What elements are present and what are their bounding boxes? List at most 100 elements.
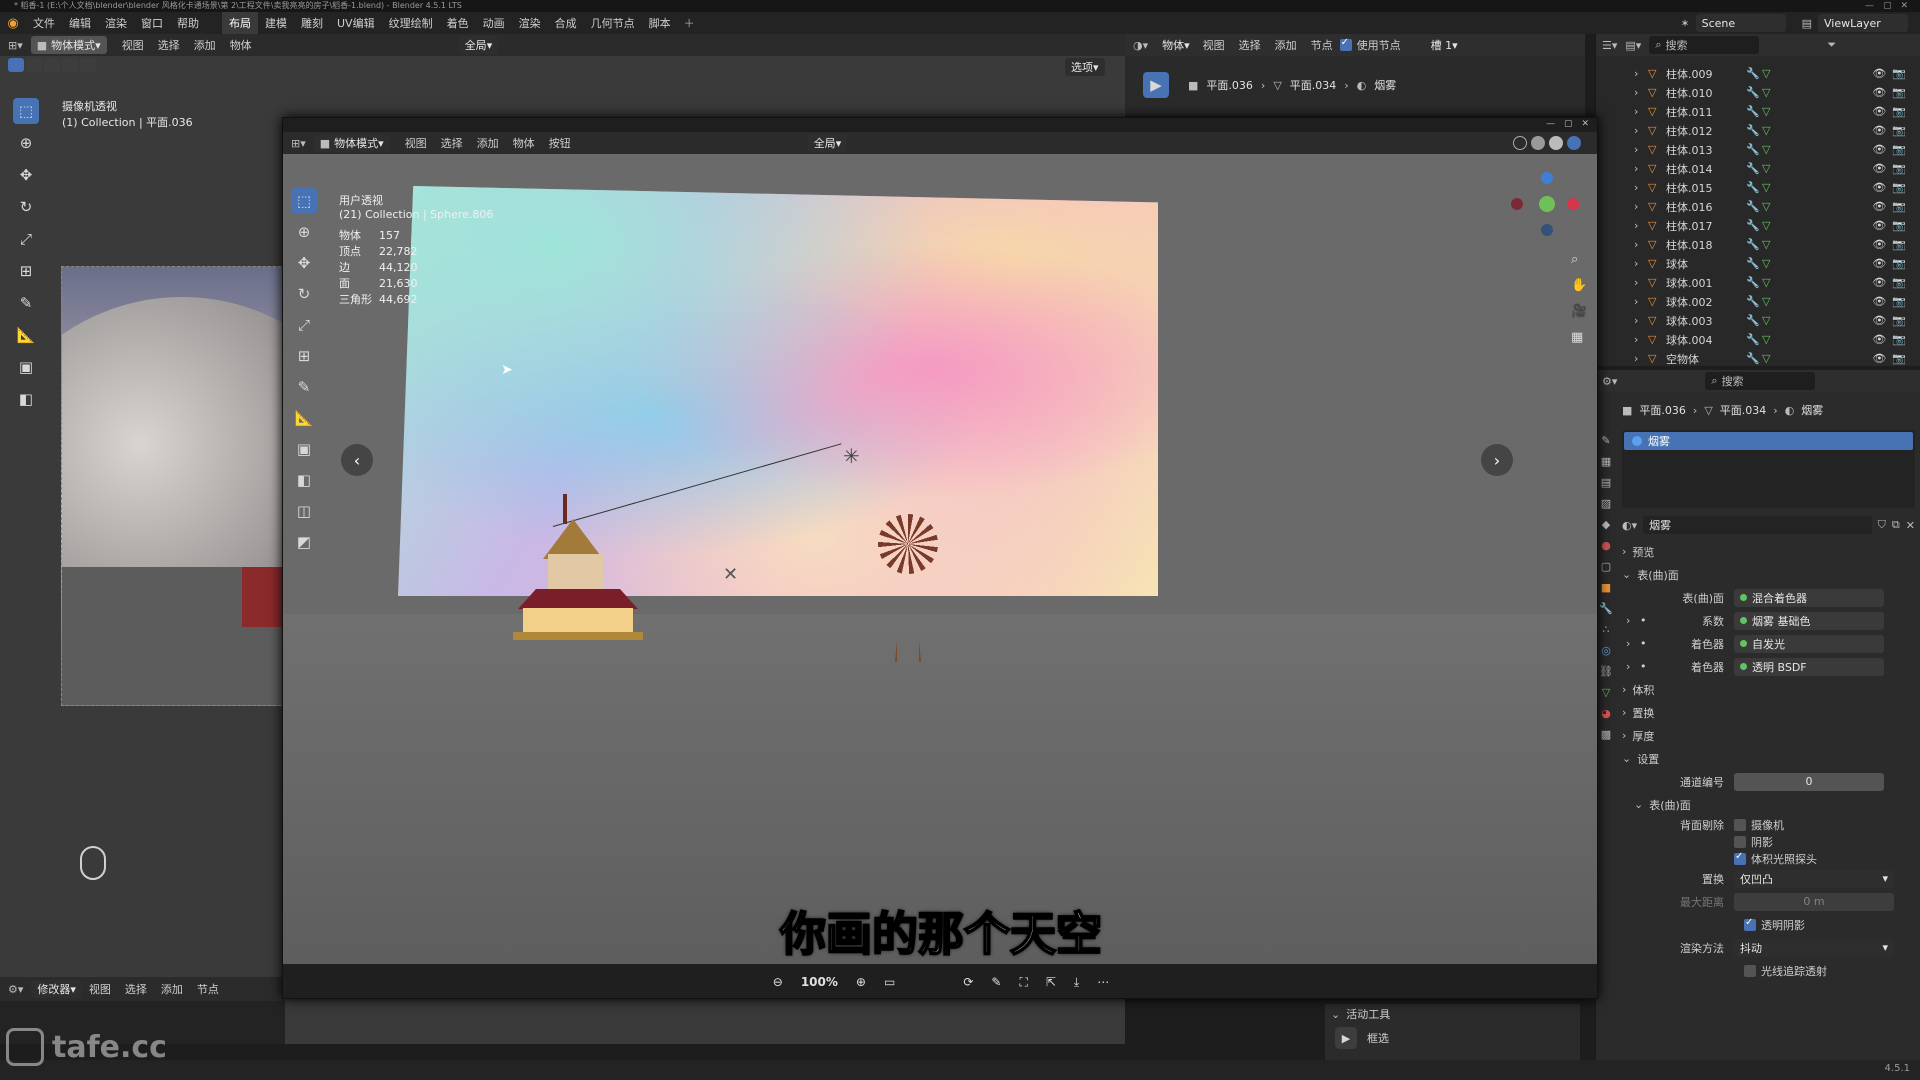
top-menu-item[interactable]: 文件 xyxy=(26,12,62,34)
render-camera-icon[interactable]: 📷 xyxy=(1892,219,1906,232)
render-camera-icon[interactable]: 📷 xyxy=(1892,124,1906,137)
top-menu-item[interactable]: 渲染 xyxy=(98,12,134,34)
expand-input-icon[interactable]: › xyxy=(1622,614,1640,627)
bottom-menu-select[interactable]: 选择 xyxy=(118,977,154,1001)
mesh-data-icon[interactable]: ▽ xyxy=(1762,162,1780,175)
bottom-menu-node[interactable]: 节点 xyxy=(190,977,226,1001)
viewer-annotate-tool-icon[interactable]: ✎ xyxy=(291,374,317,400)
modifier-icon[interactable]: 🔧 xyxy=(1746,105,1762,118)
expand-arrow-icon[interactable]: › xyxy=(1634,86,1648,99)
viewer-editor-type-icon[interactable]: ⊞▾ xyxy=(283,137,314,150)
section-volume[interactable]: › 体积 xyxy=(1622,678,1915,701)
tool-tab-icon[interactable]: ✎ xyxy=(1601,434,1610,447)
prev-arrow-icon[interactable]: ‹ xyxy=(341,444,373,476)
editor-type-icon[interactable]: ⚙▾ xyxy=(0,983,31,996)
expand-input-icon[interactable]: › xyxy=(1622,660,1640,673)
visibility-eye-icon[interactable]: 👁 xyxy=(1872,143,1886,156)
viewer-transform-orientation[interactable]: 全局 ▾ xyxy=(807,134,848,152)
workspace-tab[interactable]: 脚本 xyxy=(642,12,678,34)
rotate-image-icon[interactable]: ⟳ xyxy=(963,975,973,989)
outliner-item[interactable]: › ▽ 柱体.017 🔧 ▽ 👁 📷 xyxy=(1634,216,1920,235)
render-camera-icon[interactable]: 📷 xyxy=(1892,295,1906,308)
visibility-eye-icon[interactable]: 👁 xyxy=(1872,181,1886,194)
outliner-item[interactable]: › ▽ 柱体.014 🔧 ▽ 👁 📷 xyxy=(1634,159,1920,178)
viewer-scale-tool-icon[interactable]: ⤢ xyxy=(291,312,317,338)
visibility-eye-icon[interactable]: 👁 xyxy=(1872,105,1886,118)
outliner-item[interactable]: › ▽ 柱体.012 🔧 ▽ 👁 📷 xyxy=(1634,121,1920,140)
constraints-tab-icon[interactable]: ⛓ xyxy=(1599,665,1613,678)
expand-arrow-icon[interactable]: › xyxy=(1634,295,1648,308)
box-select-icon[interactable]: ▶ xyxy=(1335,1027,1357,1049)
node-menu-node[interactable]: 节点 xyxy=(1304,34,1340,56)
modifier-icon[interactable]: 🔧 xyxy=(1746,86,1762,99)
transparent-shadow-row[interactable]: 透明阴影 xyxy=(1622,913,1915,936)
viewer-transform-tool-icon[interactable]: ⊞ xyxy=(291,343,317,369)
mesh-data-icon[interactable]: ▽ xyxy=(1762,276,1780,289)
float-window-controls[interactable]: — ▢ ✕ xyxy=(1546,118,1589,129)
render-camera-icon[interactable]: 📷 xyxy=(1892,200,1906,213)
render-camera-icon[interactable]: 📷 xyxy=(1892,143,1906,156)
expand-arrow-icon[interactable]: › xyxy=(1634,124,1648,137)
scene-tab-icon[interactable]: ◆ xyxy=(1602,518,1610,531)
render-camera-icon[interactable]: 📷 xyxy=(1892,238,1906,251)
editor-type-icon[interactable]: ⊞▾ xyxy=(0,39,31,52)
backface-option-row[interactable]: 背面剔除 摄像机 xyxy=(1622,816,1915,833)
mesh-data-icon[interactable]: ▽ xyxy=(1762,86,1780,99)
outliner-search[interactable]: ⌕ 搜索 xyxy=(1649,36,1760,54)
render-tab-icon[interactable]: ▦ xyxy=(1601,455,1611,468)
pass-index-field[interactable]: 0 xyxy=(1734,772,1884,791)
visibility-eye-icon[interactable]: 👁 xyxy=(1872,257,1886,270)
workspace-tab[interactable]: UV编辑 xyxy=(330,12,382,34)
visibility-eye-icon[interactable]: 👁 xyxy=(1872,352,1886,365)
cursor-tool-icon[interactable]: ⊕ xyxy=(13,130,39,156)
viewer-cursor-tool-icon[interactable]: ⊕ xyxy=(291,219,317,245)
top-menu-item[interactable]: 帮助 xyxy=(170,12,206,34)
modifier-icon[interactable]: 🔧 xyxy=(1746,352,1762,365)
workspace-tab[interactable]: 着色 xyxy=(440,12,476,34)
camera-view-icon[interactable]: 🎥 xyxy=(1571,304,1587,319)
modifier-icon[interactable]: 🔧 xyxy=(1746,124,1762,137)
expand-arrow-icon[interactable]: › xyxy=(1634,143,1648,156)
viewer-menu-button[interactable]: 按钮 xyxy=(542,132,578,154)
viewport-shading-buttons[interactable] xyxy=(1513,136,1581,150)
more-options-icon[interactable]: ⋯ xyxy=(1097,975,1109,989)
viewer-select-tool-icon[interactable]: ⬚ xyxy=(291,188,317,214)
extrude-tool-icon[interactable]: ◧ xyxy=(13,386,39,412)
workspace-tab[interactable]: 动画 xyxy=(476,12,512,34)
render-camera-icon[interactable]: 📷 xyxy=(1892,162,1906,175)
mesh-data-icon[interactable]: ▽ xyxy=(1762,105,1780,118)
top-menu-item[interactable]: 窗口 xyxy=(134,12,170,34)
ortho-toggle-icon[interactable]: ▦ xyxy=(1571,330,1583,345)
backface-checkbox[interactable] xyxy=(1734,818,1746,831)
render-camera-icon[interactable]: 📷 xyxy=(1892,352,1906,365)
backface-checkbox[interactable] xyxy=(1734,835,1746,848)
expand-arrow-icon[interactable]: › xyxy=(1634,352,1648,365)
rotate-tool-icon[interactable]: ↻ xyxy=(13,194,39,220)
viewer-add-cube-tool-icon[interactable]: ▣ xyxy=(291,436,317,462)
outliner-item[interactable]: › ▽ 柱体.018 🔧 ▽ 👁 📷 xyxy=(1634,235,1920,254)
visibility-eye-icon[interactable]: 👁 xyxy=(1872,276,1886,289)
mesh-data-icon[interactable]: ▽ xyxy=(1762,333,1780,346)
mesh-data-icon[interactable]: ▽ xyxy=(1762,238,1780,251)
filter-icon[interactable]: ⏷ xyxy=(1827,38,1836,52)
node-mode-dropdown[interactable]: 物体 ▾ xyxy=(1156,36,1196,54)
viewer-menu-view[interactable]: 视图 xyxy=(398,132,434,154)
workspace-tab[interactable]: 几何节点 xyxy=(584,12,642,34)
outliner-item[interactable]: › ▽ 球体 🔧 ▽ 👁 📷 xyxy=(1634,254,1920,273)
viewer-measure-tool-icon[interactable]: 📐 xyxy=(291,405,317,431)
render-camera-icon[interactable]: 📷 xyxy=(1892,257,1906,270)
workspace-tab[interactable]: 合成 xyxy=(548,12,584,34)
add-workspace-icon[interactable]: ＋ xyxy=(678,15,701,31)
bottom-menu-add[interactable]: 添加 xyxy=(154,977,190,1001)
zoom-in-icon[interactable]: ⊕ xyxy=(856,975,866,989)
display-mode-icon[interactable]: ▤▾ xyxy=(1625,39,1641,52)
raytrace-transmission-checkbox[interactable] xyxy=(1744,964,1756,977)
duplicate-material-icon[interactable]: ⧉ xyxy=(1892,518,1900,532)
shader-input-field[interactable]: 透明 BSDF xyxy=(1734,657,1884,676)
output-tab-icon[interactable]: ▤ xyxy=(1601,476,1611,489)
node-select-tool-icon[interactable]: ▶ xyxy=(1143,72,1169,98)
window-controls[interactable]: — ▢ ✕ xyxy=(1865,0,1908,11)
mesh-data-icon[interactable]: ▽ xyxy=(1762,257,1780,270)
mesh-data-icon[interactable]: ▽ xyxy=(1762,181,1780,194)
render-method-dropdown[interactable]: 抖动 ▾ xyxy=(1734,938,1894,957)
